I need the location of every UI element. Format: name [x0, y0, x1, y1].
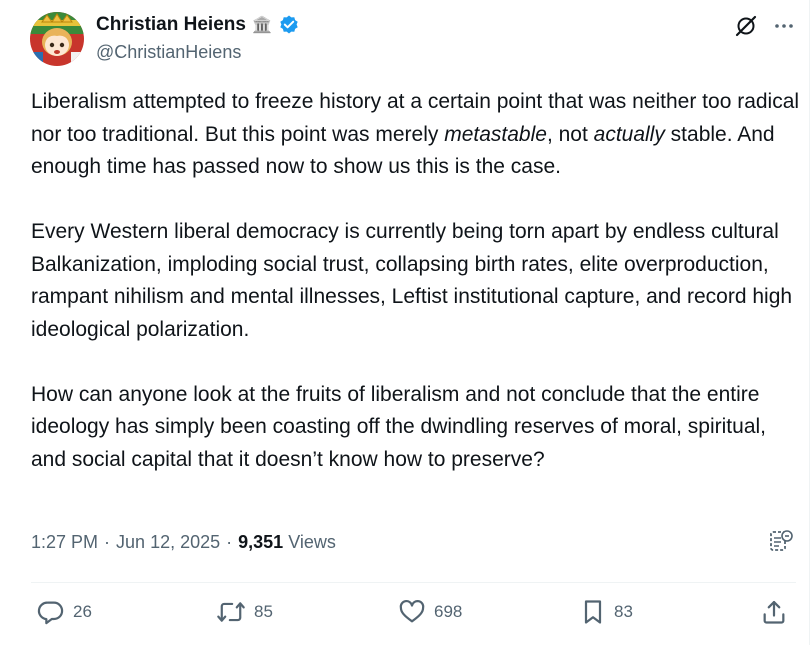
reply-button[interactable]: 26	[37, 594, 92, 630]
author-handle[interactable]: @ChristianHeiens	[96, 42, 241, 63]
like-button[interactable]: 698	[398, 594, 462, 630]
bookmark-icon	[580, 598, 606, 626]
avatar[interactable]	[30, 12, 84, 66]
repost-button[interactable]: 85	[216, 594, 273, 630]
like-icon	[398, 598, 426, 626]
tweet-detail: Christian Heiens 🏛️ @ChristianHeiens Lib	[0, 0, 810, 645]
emphasis-metastable: metastable	[444, 122, 547, 146]
tweet-paragraph-2: Every Western liberal democracy is curre…	[31, 220, 793, 341]
tweet-time[interactable]: 1:27 PM	[31, 532, 98, 553]
header-actions	[734, 14, 796, 43]
more-icon[interactable]	[772, 14, 796, 43]
tweet-paragraph-3: How can anyone look at the fruits of lib…	[31, 382, 766, 471]
summary-icon[interactable]	[768, 528, 794, 554]
divider	[31, 582, 796, 583]
reply-count: 26	[73, 602, 92, 621]
repost-icon	[216, 598, 246, 626]
bookmark-count: 83	[614, 602, 633, 621]
views-count: 9,351	[238, 532, 284, 552]
tweet-paragraph-1: Liberalism attempted to freeze history a…	[31, 90, 800, 178]
repost-count: 85	[254, 602, 273, 621]
grok-icon[interactable]	[734, 14, 758, 43]
verified-badge-icon[interactable]	[278, 14, 300, 36]
author-name-row: Christian Heiens 🏛️	[96, 14, 300, 36]
action-bar: 26 85 698 83	[0, 594, 810, 630]
share-button[interactable]	[760, 594, 788, 630]
share-icon	[760, 598, 788, 626]
meta-separator: ·	[226, 532, 233, 552]
reply-icon	[37, 598, 65, 626]
tweet-date[interactable]: Jun 12, 2025	[116, 532, 220, 553]
tweet-text: Liberalism attempted to freeze history a…	[31, 86, 801, 476]
emphasis-actually: actually	[593, 122, 665, 146]
views-label: Views	[288, 532, 336, 552]
display-name[interactable]: Christian Heiens	[96, 14, 246, 36]
bookmark-button[interactable]: 83	[580, 594, 633, 630]
like-count: 698	[434, 602, 463, 621]
tweet-meta: 1:27 PM · Jun 12, 2025 · 9,351 Views	[31, 532, 336, 553]
meta-separator: ·	[104, 532, 111, 552]
name-emoji: 🏛️	[251, 17, 272, 34]
